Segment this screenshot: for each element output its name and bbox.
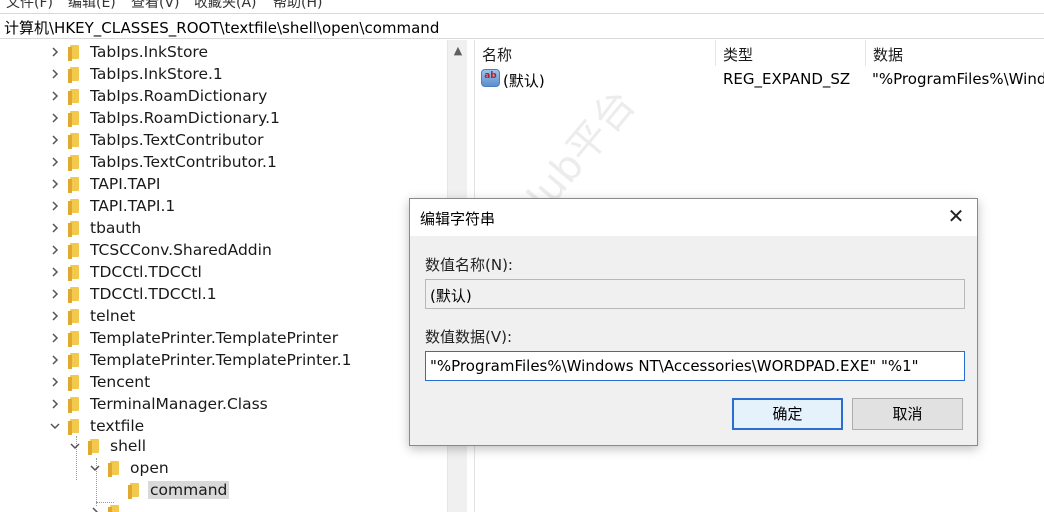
tree-item-label: shell bbox=[110, 437, 147, 455]
folder-icon bbox=[68, 287, 82, 303]
tree-item-label: TAPI.TAPI.1 bbox=[90, 197, 176, 215]
chevron-right-icon[interactable] bbox=[88, 504, 102, 512]
folder-icon bbox=[68, 375, 82, 391]
column-header-name[interactable]: 名称 bbox=[475, 40, 716, 66]
edit-string-dialog: 编辑字符串 ✕ 数值名称(N): (默认) 数值数据(V): "%Program… bbox=[409, 198, 978, 446]
tree-item-label: Tencent bbox=[90, 373, 151, 391]
folder-icon bbox=[68, 199, 82, 215]
tree-item-label: TabIps.InkStore.1 bbox=[90, 65, 223, 83]
registry-tree[interactable]: textfile TerminalManager.Class Tencent Temp… bbox=[0, 40, 447, 512]
tree-item-label: TerminalManager.Class bbox=[90, 395, 268, 413]
chevron-down-icon[interactable] bbox=[48, 418, 62, 434]
chevron-right-icon[interactable] bbox=[48, 198, 62, 214]
tree-item-label: TabIps.TextContributor.1 bbox=[90, 153, 277, 171]
tree-item-label: textfile bbox=[90, 417, 145, 435]
chevron-right-icon[interactable] bbox=[48, 308, 62, 324]
chevron-right-icon[interactable] bbox=[48, 352, 62, 368]
value-name-field: (默认) bbox=[425, 279, 965, 309]
value-data-input[interactable]: "%ProgramFiles%\Windows NT\Accessories\W… bbox=[425, 351, 965, 381]
folder-icon bbox=[68, 419, 82, 435]
tree-guide bbox=[96, 502, 114, 503]
chevron-right-icon[interactable] bbox=[48, 44, 62, 60]
menu-file[interactable]: 文件(F) bbox=[6, 0, 53, 12]
tree-item-label: telnet bbox=[90, 307, 136, 325]
folder-icon bbox=[68, 133, 82, 149]
menu-view[interactable]: 查看(V) bbox=[131, 0, 180, 12]
dialog-title: 编辑字符串 bbox=[420, 210, 496, 228]
folder-icon bbox=[68, 265, 82, 281]
folder-icon bbox=[68, 353, 82, 369]
tree-item-label: TabIps.RoamDictionary bbox=[90, 87, 268, 105]
folder-icon bbox=[108, 505, 122, 512]
tree-item-label: TCSCConv.SharedAddin bbox=[90, 241, 272, 259]
chevron-right-icon[interactable] bbox=[48, 242, 62, 258]
tree-item-label: command bbox=[148, 481, 230, 499]
tree-item-label: open bbox=[130, 459, 169, 477]
menu-favorites[interactable]: 收藏夹(A) bbox=[194, 0, 257, 12]
chevron-right-icon[interactable] bbox=[48, 88, 62, 104]
address-bar[interactable]: 计算机\HKEY_CLASSES_ROOT\textfile\shell\ope… bbox=[0, 13, 1044, 39]
tree-item-label: TabIps.TextContributor bbox=[90, 131, 264, 149]
folder-icon bbox=[88, 439, 102, 455]
folder-icon bbox=[68, 221, 82, 237]
chevron-right-icon[interactable] bbox=[48, 110, 62, 126]
chevron-right-icon[interactable] bbox=[48, 286, 62, 302]
string-value-icon: ab bbox=[481, 69, 500, 87]
chevron-down-icon[interactable] bbox=[88, 460, 102, 476]
chevron-right-icon[interactable] bbox=[48, 396, 62, 412]
tree-item-label: TemplatePrinter.TemplatePrinter bbox=[90, 329, 339, 347]
column-header-data[interactable]: 数据 bbox=[866, 40, 1044, 66]
tree-item-label: TabIps.InkStore bbox=[90, 43, 208, 61]
list-item[interactable]: ab (默认) REG_EXPAND_SZ "%ProgramFiles%\Wi… bbox=[475, 67, 1044, 91]
address-path[interactable]: 计算机\HKEY_CLASSES_ROOT\textfile\shell\ope… bbox=[4, 17, 439, 38]
chevron-right-icon[interactable] bbox=[48, 220, 62, 236]
value-data: "%ProgramFiles%\Wind bbox=[872, 70, 1044, 88]
folder-icon bbox=[68, 155, 82, 171]
folder-icon bbox=[68, 397, 82, 413]
chevron-right-icon[interactable] bbox=[48, 132, 62, 148]
folder-icon bbox=[68, 67, 82, 83]
tree-item-label: TemplatePrinter.TemplatePrinter.1 bbox=[90, 351, 352, 369]
chevron-right-icon[interactable] bbox=[48, 154, 62, 170]
tree-item-label: TDCCtl.TDCCtl.1 bbox=[90, 285, 217, 303]
folder-icon bbox=[108, 461, 122, 477]
dialog-titlebar[interactable]: 编辑字符串 ✕ bbox=[410, 199, 977, 236]
folder-icon bbox=[68, 243, 82, 259]
value-name: (默认) bbox=[503, 72, 545, 90]
ok-button[interactable]: 确定 bbox=[732, 398, 843, 430]
folder-icon bbox=[68, 309, 82, 325]
menu-bar: 文件(F) 编辑(E) 查看(V) 收藏夹(A) 帮助(H) bbox=[0, 0, 1044, 12]
folder-icon bbox=[128, 483, 142, 499]
chevron-right-icon[interactable] bbox=[48, 176, 62, 192]
scroll-up-button[interactable]: ▲ bbox=[448, 40, 468, 62]
value-type: REG_EXPAND_SZ bbox=[723, 70, 851, 88]
value-name-label: 数值名称(N): bbox=[425, 256, 513, 274]
folder-icon bbox=[68, 45, 82, 61]
tree-item-label: TAPI.TAPI bbox=[90, 175, 161, 193]
folder-icon bbox=[68, 111, 82, 127]
chevron-right-icon[interactable] bbox=[48, 330, 62, 346]
chevron-right-icon[interactable] bbox=[48, 66, 62, 82]
menu-help[interactable]: 帮助(H) bbox=[273, 0, 322, 12]
tree-item-label: tbauth bbox=[90, 219, 142, 237]
chevron-right-icon[interactable] bbox=[48, 374, 62, 390]
folder-icon bbox=[68, 331, 82, 347]
tree-item-label: TDCCtl.TDCCtl bbox=[90, 263, 202, 281]
close-icon[interactable]: ✕ bbox=[945, 205, 967, 227]
chevron-right-icon[interactable] bbox=[48, 264, 62, 280]
cancel-button[interactable]: 取消 bbox=[852, 398, 963, 430]
column-header-type[interactable]: 类型 bbox=[716, 40, 866, 66]
folder-icon bbox=[68, 177, 82, 193]
value-data-label: 数值数据(V): bbox=[425, 328, 513, 346]
folder-icon bbox=[68, 89, 82, 105]
chevron-down-icon[interactable] bbox=[68, 438, 82, 454]
menu-edit[interactable]: 编辑(E) bbox=[68, 0, 116, 12]
tree-item-label: TabIps.RoamDictionary.1 bbox=[90, 109, 280, 127]
